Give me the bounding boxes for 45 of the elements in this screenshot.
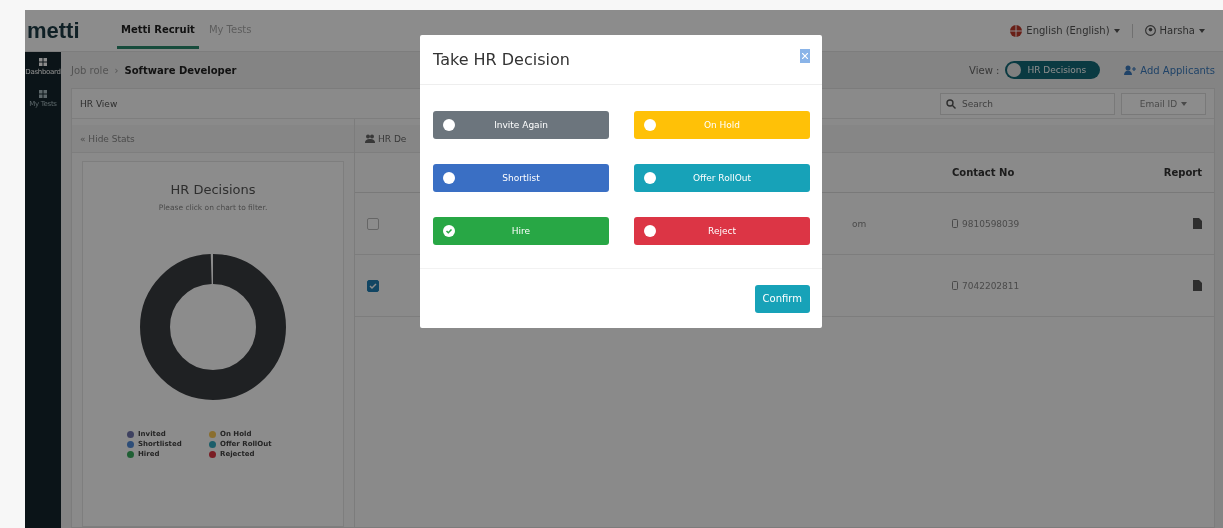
row-checkbox[interactable] xyxy=(367,279,379,292)
user-menu[interactable]: Harsha xyxy=(1144,25,1205,36)
grid-icon xyxy=(39,58,47,66)
confirm-button[interactable]: Confirm xyxy=(754,284,810,313)
language-menu[interactable]: English (English) xyxy=(1010,24,1120,37)
breadcrumb-current: Software Developer xyxy=(124,64,237,76)
chart-title: HR Decisions xyxy=(170,182,256,197)
breadcrumb-separator: › xyxy=(114,64,119,76)
report-icon[interactable] xyxy=(1193,280,1202,291)
table-cell: 9810598039 xyxy=(962,218,1020,229)
search-input[interactable]: Search xyxy=(960,97,1100,110)
search-field[interactable]: Search xyxy=(940,92,1115,115)
modal-title: Take HR Decision xyxy=(433,50,570,69)
close-button[interactable] xyxy=(800,48,810,63)
table-cell: 7042202811 xyxy=(962,280,1020,291)
user-icon xyxy=(1144,25,1156,36)
view-toggle[interactable]: HR Decisions xyxy=(1005,61,1101,79)
logo: metti xyxy=(26,17,81,44)
column-header: Report xyxy=(1162,167,1202,178)
hr-decisions-tab[interactable]: HR De xyxy=(365,133,407,144)
users-icon xyxy=(365,134,375,143)
phone-icon xyxy=(952,219,958,228)
decision-option[interactable]: Offer RollOut xyxy=(634,164,810,192)
globe-icon xyxy=(1010,24,1023,37)
panel-title: HR View xyxy=(80,98,118,109)
user-plus-icon xyxy=(1124,65,1137,75)
phone-icon xyxy=(952,281,958,290)
search-icon xyxy=(946,98,956,109)
row-checkbox[interactable] xyxy=(367,217,379,230)
check-icon xyxy=(445,227,453,235)
close-icon xyxy=(802,52,808,59)
grid-icon xyxy=(39,90,47,98)
nav-tab[interactable]: Metti Recruit xyxy=(117,12,199,49)
column-header: Contact No xyxy=(952,167,1016,178)
decision-option[interactable]: Shortlist xyxy=(433,164,609,192)
report-icon[interactable] xyxy=(1193,218,1202,229)
add-applicants-link[interactable]: Add Applicants xyxy=(1124,64,1215,76)
decision-option[interactable]: Invite Again xyxy=(433,111,609,139)
decision-option[interactable]: Hire xyxy=(433,217,609,245)
caret-icon xyxy=(1199,28,1205,33)
decision-option[interactable]: Reject xyxy=(634,217,810,245)
view-label: View : xyxy=(969,64,1000,76)
filter-dropdown[interactable]: Email ID xyxy=(1121,92,1206,115)
caret-icon xyxy=(1181,101,1188,106)
caret-icon xyxy=(1113,28,1120,33)
